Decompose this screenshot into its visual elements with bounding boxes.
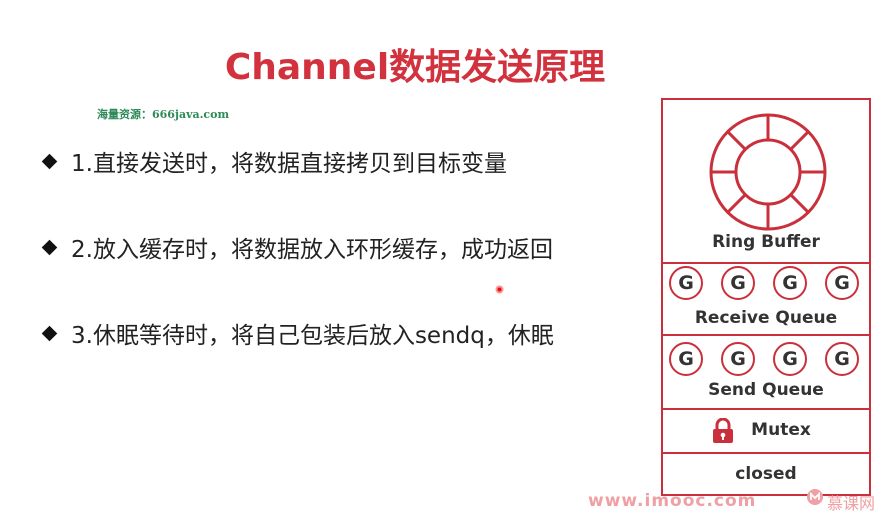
goroutine-badge: G [669,342,703,376]
send-queue-cell: G G G G Send Queue [663,334,869,410]
slide-title: Channel数据发送原理 [224,47,606,88]
send-queue-goroutines: G G G G [667,342,867,382]
bullet-text: 3.休眠等待时，将自己包装后放入sendq，休眠 [71,323,554,349]
bullet-item: 1.直接发送时，将数据直接拷贝到目标变量 [41,144,507,178]
imooc-logo-icon [807,489,823,505]
bullet-item: 3.休眠等待时，将自己包装后放入sendq，休眠 [41,316,554,350]
goroutine-badge: G [721,342,755,376]
receive-queue-label: Receive Queue [694,308,838,328]
mutex-label: Mutex [751,420,811,440]
footer-brand: 慕课网 [827,494,876,513]
footer-url: www.imooc.com [588,491,757,511]
goroutine-badge: G [825,266,859,300]
goroutine-badge: G [669,266,703,300]
ring-buffer-label: Ring Buffer [712,232,820,252]
channel-struct-diagram: Ring Buffer G G G G Receive Queue G G G … [661,98,871,496]
goroutine-badge: G [721,266,755,300]
receive-queue-cell: G G G G Receive Queue [663,262,869,336]
bullet-diamond-icon [41,153,58,170]
bullet-text: 2.放入缓存时，将数据放入环形缓存，成功返回 [71,237,553,263]
closed-label: closed [735,464,797,484]
mutex-cell: Mutex [663,408,869,454]
bullet-text: 1.直接发送时，将数据直接拷贝到目标变量 [71,151,507,177]
goroutine-badge: G [825,342,859,376]
bullet-diamond-icon [41,325,58,342]
laser-pointer-icon [495,285,504,294]
bullet-item: 2.放入缓存时，将数据放入环形缓存，成功返回 [41,230,553,264]
goroutine-badge: G [773,266,807,300]
goroutine-badge: G [773,342,807,376]
source-watermark: 海量资源：666java.com [97,108,230,121]
send-queue-label: Send Queue [708,380,824,400]
ring-buffer-cell: Ring Buffer [663,100,869,264]
bullet-diamond-icon [41,239,58,256]
receive-queue-goroutines: G G G G [667,266,867,306]
ring-buffer-icon [709,113,827,231]
